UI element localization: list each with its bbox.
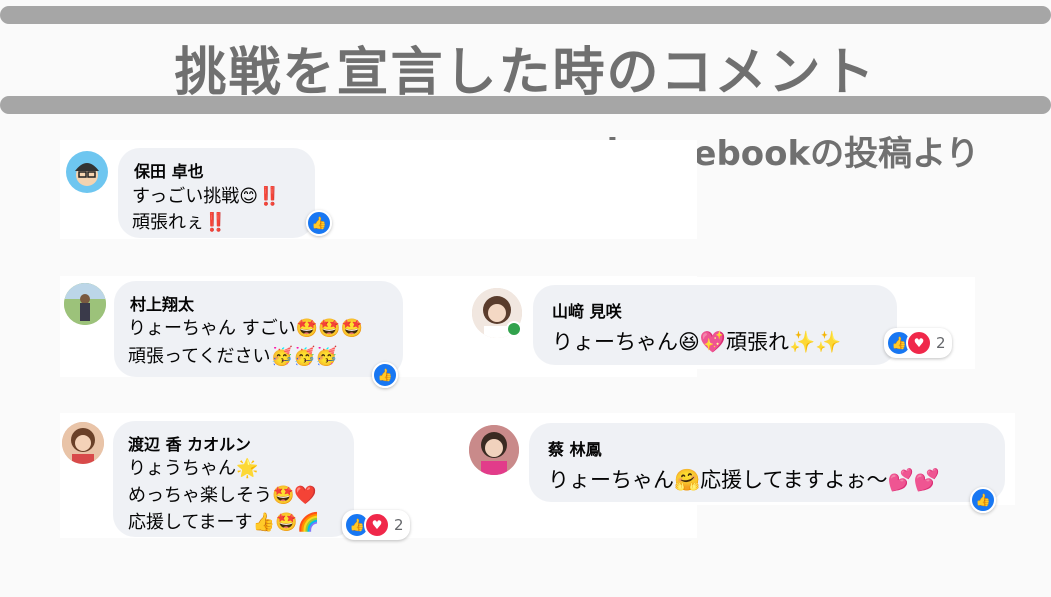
- avatar-photo-icon: [62, 422, 104, 464]
- like-icon: 👍: [372, 362, 398, 388]
- reaction-summary[interactable]: 👍 ♥ 2: [884, 328, 952, 358]
- commenter-name[interactable]: 渡辺 香 カオルン: [128, 431, 251, 455]
- commenter-name[interactable]: 保田 卓也: [134, 158, 204, 182]
- online-status-icon: [506, 321, 522, 337]
- avatar[interactable]: [469, 425, 519, 475]
- reaction-summary[interactable]: 👍: [372, 362, 398, 388]
- avatar-photo-icon: [469, 425, 519, 475]
- avatar-photo-icon: [64, 283, 106, 325]
- like-icon: 👍: [970, 487, 996, 513]
- comment-text: りょーちゃん😆💖頑張れ✨✨: [552, 330, 842, 354]
- heart-icon: ♥: [364, 512, 390, 538]
- page-title: 挑戦を宣言した時のコメント: [174, 43, 877, 103]
- comment-text: 応援してまーす👍🤩🌈: [128, 512, 320, 533]
- comment-text: りょうちゃん🌟: [128, 458, 259, 479]
- comment-text: りょーちゃん すごい🤩🤩🤩: [128, 318, 363, 339]
- reaction-summary[interactable]: 👍 ♥ 2: [342, 510, 410, 540]
- commenter-name[interactable]: 蔡 林鳳: [548, 436, 602, 460]
- reaction-summary[interactable]: 👍: [970, 487, 996, 513]
- comment-text: 頑張れぇ‼️: [132, 212, 227, 233]
- avatar-illustration-icon: [75, 163, 99, 186]
- reaction-count: 2: [394, 516, 404, 534]
- heart-icon: ♥: [906, 330, 932, 356]
- commenter-name[interactable]: 村上翔太: [130, 291, 194, 315]
- avatar[interactable]: [62, 422, 104, 464]
- header-bar-top: [0, 6, 1051, 24]
- like-icon: 👍: [306, 210, 332, 236]
- header-bar-bottom: [0, 96, 1051, 114]
- commenter-name[interactable]: 山﨑 見咲: [552, 298, 622, 322]
- comment-text: 頑張ってください🥳🥳🥳: [128, 346, 338, 367]
- comment-text: りょーちゃん🤗応援してますよぉ〜💕💕: [548, 468, 940, 492]
- avatar[interactable]: [64, 283, 106, 325]
- reaction-count: 2: [936, 334, 946, 352]
- avatar[interactable]: [66, 151, 108, 193]
- comment-text: めっちゃ楽しそう🤩❤️: [128, 485, 317, 506]
- comment-text: すっごい挑戦😊‼️: [132, 186, 281, 207]
- reaction-summary[interactable]: 👍: [306, 210, 332, 236]
